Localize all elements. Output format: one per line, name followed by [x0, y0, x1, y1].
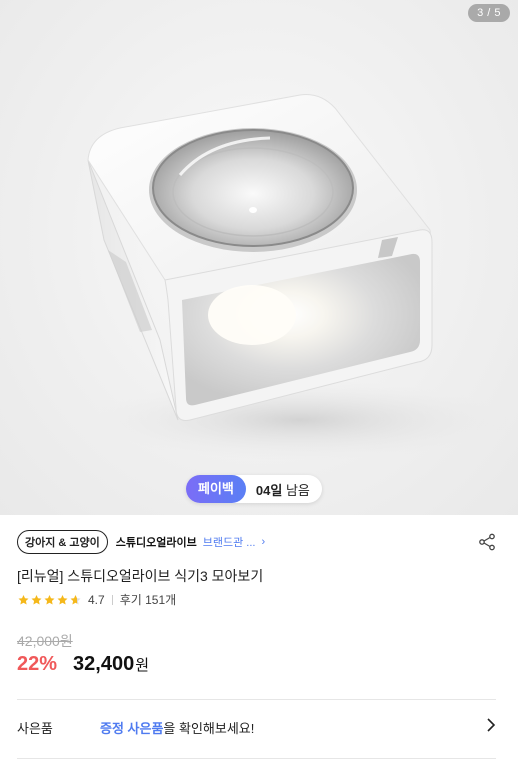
chevron-right-icon[interactable]: › — [261, 536, 265, 548]
rating-row[interactable]: 4.7 후기 151개 — [17, 591, 176, 608]
payback-tag: 페이백 — [186, 475, 246, 503]
star-icon — [31, 594, 42, 605]
gift-row[interactable]: 사은품 증정 사은품을 확인해보세요! — [17, 715, 496, 739]
original-price: 42,000원 — [17, 633, 73, 649]
product-image-gallery[interactable]: 3 / 5 — [0, 0, 518, 515]
brand-shop-link[interactable]: 브랜드관 ... — [203, 534, 256, 550]
payback-badge: 페이백 04일 남음 — [186, 475, 322, 503]
gift-message-rest: 을 확인해보세요! — [163, 720, 255, 736]
product-image — [87, 94, 510, 460]
image-counter: 3 / 5 — [468, 4, 510, 22]
section-divider — [17, 699, 496, 700]
star-icon — [18, 594, 29, 605]
star-rating — [17, 594, 82, 606]
category-chip[interactable]: 강아지 & 고양이 — [17, 530, 108, 554]
price-unit: 원 — [135, 657, 150, 674]
share-icon — [479, 533, 495, 551]
payback-days: 04일 — [255, 482, 283, 498]
gift-message: 증정 사은품을 확인해보세요! — [100, 718, 254, 737]
product-title: [리뉴얼] 스튜디오얼라이브 식기3 모아보기 — [17, 568, 264, 584]
product-info: 강아지 & 고양이 스튜디오얼라이브 브랜드관 ... › [리뉴얼] 스튜디오… — [0, 515, 518, 775]
half-star-icon — [70, 594, 81, 605]
brand-name[interactable]: 스튜디오얼라이브 — [116, 534, 197, 550]
payback-days-suffix: 남음 — [285, 482, 310, 498]
section-divider — [17, 758, 496, 759]
rating-score: 4.7 — [88, 592, 105, 607]
divider — [111, 594, 113, 605]
share-button[interactable] — [478, 533, 496, 556]
price-row: 22% 32,400 원 — [17, 653, 149, 676]
brand-row: 강아지 & 고양이 스튜디오얼라이브 브랜드관 ... › — [17, 530, 265, 554]
gift-highlight: 증정 사은품 — [100, 720, 164, 736]
chevron-right-icon[interactable] — [486, 717, 496, 737]
star-icon — [44, 594, 55, 605]
sale-price: 32,400 — [73, 653, 135, 675]
review-count[interactable]: 후기 151개 — [120, 591, 176, 608]
payback-remaining: 04일 남음 — [256, 480, 310, 499]
gift-label: 사은품 — [17, 720, 53, 736]
star-icon — [57, 594, 68, 605]
discount-rate: 22% — [17, 653, 58, 675]
